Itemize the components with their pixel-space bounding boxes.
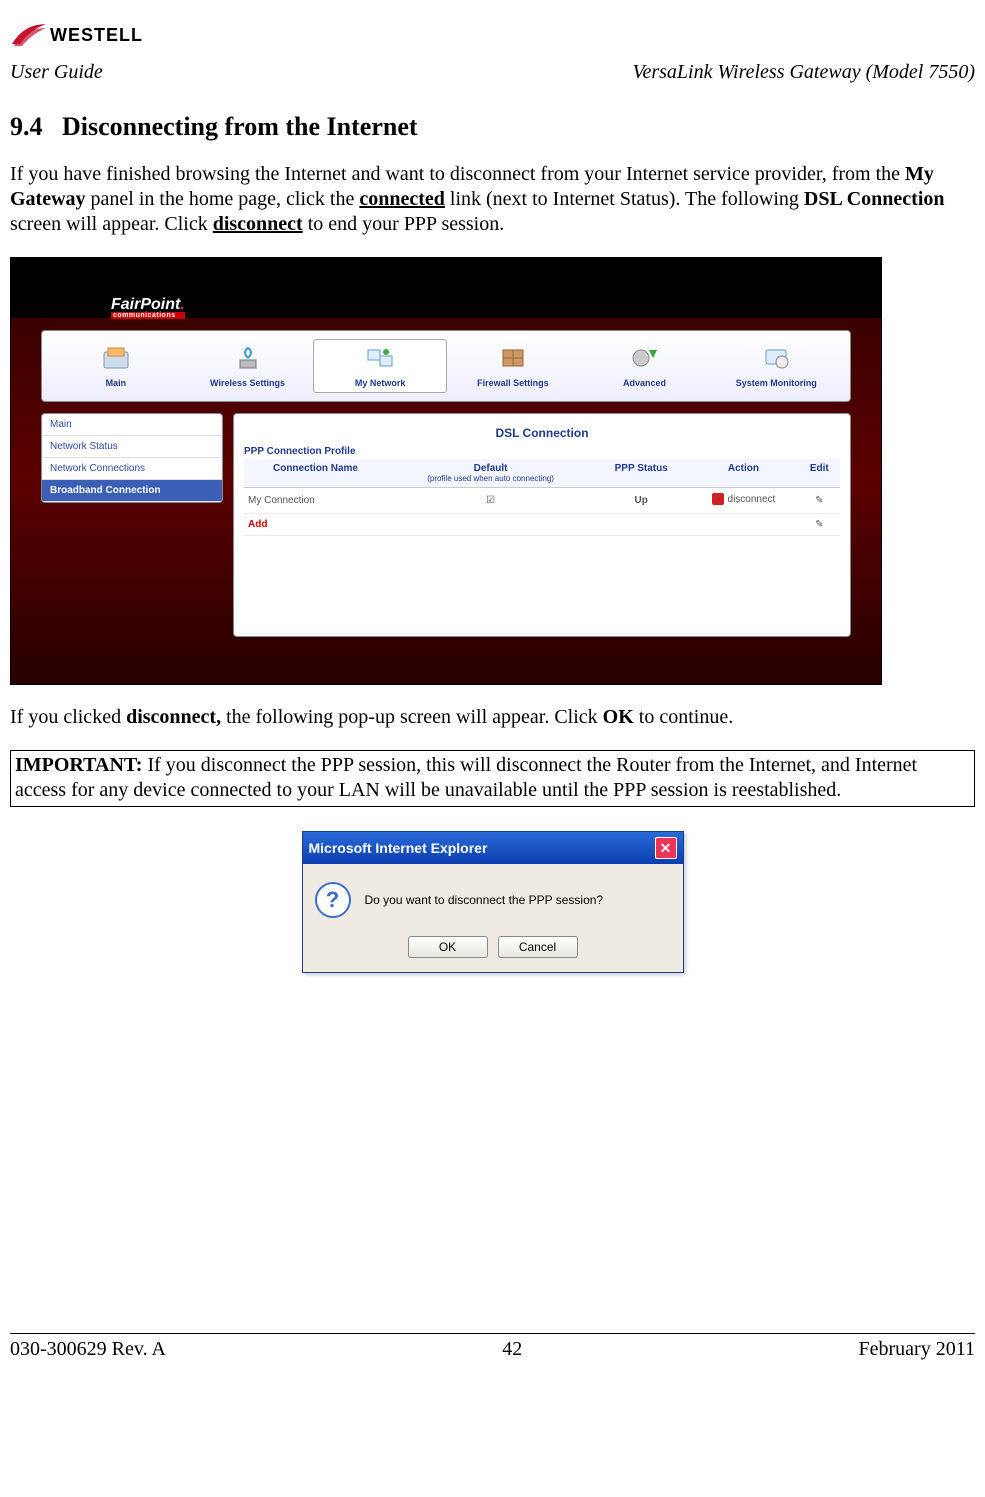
col-action: Action: [688, 459, 798, 488]
paragraph-1: If you have finished browsing the Intern…: [10, 162, 975, 237]
edit-icon: ✎: [815, 519, 823, 530]
close-icon: ✕: [660, 840, 672, 857]
firewall-icon: [497, 344, 529, 374]
footer-page-number: 42: [502, 1338, 522, 1361]
important-text: If you disconnect the PPP session, this …: [15, 754, 917, 801]
side-nav: Main Network Status Network Connections …: [41, 413, 223, 503]
brand-name: WESTELL: [50, 25, 143, 46]
nav-main[interactable]: Main: [50, 340, 182, 392]
main-nav: Main Wireless Settings My Network Firewa…: [41, 330, 851, 402]
ok-button[interactable]: OK: [408, 936, 488, 958]
brand-swoosh-icon: [10, 20, 48, 50]
advanced-icon: [629, 344, 661, 374]
paragraph-2: If you clicked disconnect, the following…: [10, 705, 975, 730]
header-left: User Guide: [10, 61, 103, 84]
panel-title: DSL Connection: [244, 426, 840, 440]
connection-table: Connection Name Default(profile used whe…: [244, 459, 840, 536]
footer-right: February 2011: [859, 1338, 975, 1361]
header-right: VersaLink Wireless Gateway (Model 7550): [632, 61, 975, 84]
section-number: 9.4: [10, 112, 43, 141]
disconnect-link[interactable]: disconnect: [712, 493, 776, 505]
dialog-titlebar: Microsoft Internet Explorer ✕: [303, 832, 683, 864]
brand-logo: WESTELL: [10, 20, 143, 50]
confirm-dialog: Microsoft Internet Explorer ✕ ? Do you w…: [302, 831, 684, 973]
table-row: Add ✎: [244, 514, 840, 536]
page-footer: 030-300629 Rev. A 42 February 2011: [10, 1334, 975, 1361]
add-link[interactable]: Add: [248, 519, 267, 530]
side-broadband-connection[interactable]: Broadband Connection: [42, 480, 222, 502]
router-screenshot: FairPoint. communications Main Wireless …: [10, 257, 882, 685]
section-heading: 9.4 Disconnecting from the Internet: [10, 112, 975, 142]
running-header: User Guide VersaLink Wireless Gateway (M…: [10, 61, 975, 84]
wireless-icon: [232, 344, 264, 374]
dialog-title: Microsoft Internet Explorer: [309, 840, 488, 856]
section-title: Disconnecting from the Internet: [62, 112, 418, 141]
col-ppp-status: PPP Status: [594, 459, 688, 488]
question-icon: ?: [315, 882, 351, 918]
panel-subtitle: PPP Connection Profile: [244, 446, 840, 457]
cell-default[interactable]: ☑: [387, 488, 594, 514]
cell-edit[interactable]: ✎: [799, 488, 840, 514]
col-default: Default(profile used when auto connectin…: [387, 459, 594, 488]
nav-advanced[interactable]: Advanced: [579, 340, 711, 392]
dsl-connection-panel: DSL Connection PPP Connection Profile Co…: [233, 413, 851, 637]
footer-left: 030-300629 Rev. A: [10, 1338, 166, 1361]
side-network-connections[interactable]: Network Connections: [42, 458, 222, 480]
home-icon: [100, 344, 132, 374]
nav-wireless[interactable]: Wireless Settings: [182, 340, 314, 392]
checkbox-icon: ☑: [486, 495, 495, 506]
nav-firewall[interactable]: Firewall Settings: [447, 340, 579, 392]
nav-monitoring[interactable]: System Monitoring: [710, 340, 842, 392]
side-main[interactable]: Main: [42, 414, 222, 436]
dialog-message: Do you want to disconnect the PPP sessio…: [365, 893, 604, 907]
edit-icon: ✎: [815, 495, 823, 506]
monitor-icon: [760, 344, 792, 374]
stop-icon: [712, 493, 724, 505]
important-note: IMPORTANT: If you disconnect the PPP ses…: [10, 750, 975, 807]
side-network-status[interactable]: Network Status: [42, 436, 222, 458]
nav-my-network[interactable]: My Network: [313, 339, 447, 393]
col-edit: Edit: [799, 459, 840, 488]
network-icon: [364, 344, 396, 374]
col-connection-name: Connection Name: [244, 459, 387, 488]
table-row: My Connection ☑ Up disconnect ✎: [244, 488, 840, 514]
cancel-button[interactable]: Cancel: [498, 936, 578, 958]
cell-name: My Connection: [244, 488, 387, 514]
isp-logo: FairPoint. communications: [111, 296, 185, 319]
cell-edit-add[interactable]: ✎: [799, 514, 840, 536]
close-button[interactable]: ✕: [655, 837, 677, 859]
cell-status: Up: [594, 488, 688, 514]
important-label: IMPORTANT:: [15, 754, 142, 776]
